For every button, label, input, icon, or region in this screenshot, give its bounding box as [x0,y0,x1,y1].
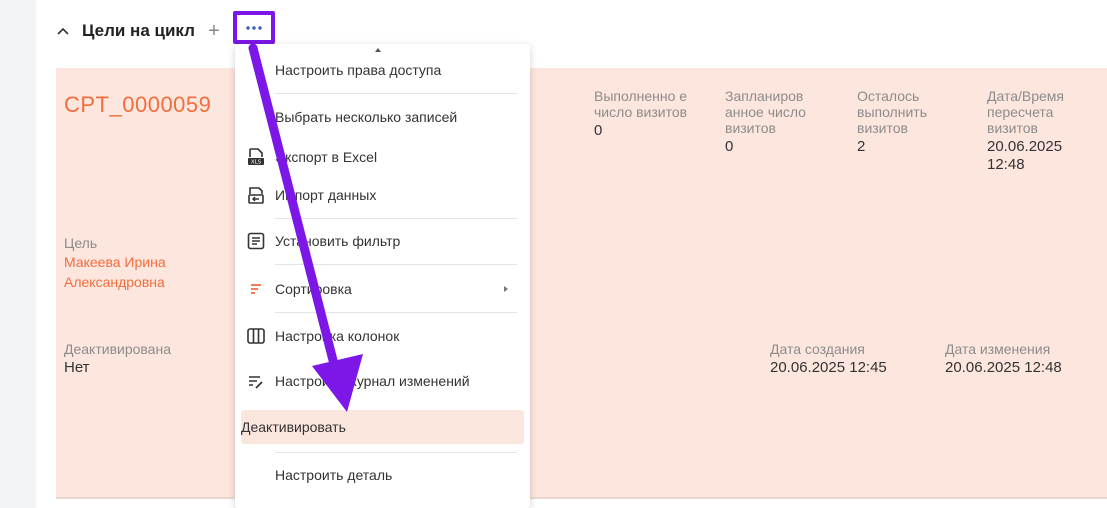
menu-item-label: Настроить права доступа [275,62,442,78]
section-title: Цели на цикл [82,21,195,40]
deactivated-label: Деактивирована [64,341,171,357]
menu-item-column-settings[interactable]: Настройка колонок [241,319,524,353]
more-actions-button[interactable] [233,11,275,44]
sort-icon [245,278,267,300]
svg-text:XLS: XLS [251,160,262,166]
section-header: Цели на цикл + [56,16,223,46]
goal-field: Цель Макеева Ирина Александровна [64,234,214,292]
stat-value: 2 [857,138,866,155]
changelog-icon [245,370,267,392]
stat-remaining-visits: Осталось выполнить визитов 2 [857,88,967,156]
stat-value: 0 [725,138,734,155]
created-label: Дата создания [770,341,865,357]
menu-item-deactivate[interactable]: Деактивировать [241,410,524,444]
menu-item-import-data[interactable]: Импорт данных [241,178,524,212]
menu-item-changelog-settings[interactable]: Настроить журнал изменений [241,364,524,398]
actions-dropdown-menu: Настроить права доступа Выбрать нескольк… [235,44,530,508]
menu-item-label: Настроить журнал изменений [275,373,470,389]
goal-link[interactable]: Макеева Ирина Александровна [64,252,214,292]
menu-item-label: Экспорт в Excel [275,149,378,165]
menu-separator [275,93,517,94]
stat-label: Запланиров анное число визитов [725,88,806,136]
add-button[interactable]: + [205,21,223,41]
chevron-up-icon[interactable] [56,24,70,38]
menu-item-set-filter[interactable]: Установить фильтр [241,224,524,258]
scroll-up-icon[interactable] [375,48,381,52]
filter-icon [245,230,267,252]
menu-separator [275,452,517,453]
modified-field: Дата изменения 20.06.2025 12:48 [945,340,1105,377]
stat-label: Выполненно е число визитов [594,88,688,120]
stat-completed-visits: Выполненно е число визитов 0 [594,88,704,140]
record-card[interactable]: CPT_0000059 Выполненно е число визитов 0… [56,68,1107,498]
menu-item-configure-detail[interactable]: Настроить деталь [241,458,524,492]
stat-label: Осталось выполнить визитов [857,88,927,136]
menu-separator [275,264,517,265]
deactivated-value: Нет [64,359,90,376]
columns-icon [245,325,267,347]
deactivated-field: Деактивирована Нет [64,340,224,377]
goal-label: Цель [64,235,98,251]
created-value: 20.06.2025 12:45 [770,359,887,376]
menu-item-export-excel[interactable]: XLS Экспорт в Excel [241,140,524,174]
stat-planned-visits: Запланиров анное число визитов 0 [725,88,835,156]
menu-item-label: Выбрать несколько записей [275,109,458,125]
menu-item-label: Настроить деталь [275,467,393,483]
menu-item-label: Установить фильтр [275,233,401,249]
menu-separator [275,218,517,219]
menu-item-label: Настройка колонок [275,328,400,344]
menu-item-label: Импорт данных [275,187,377,203]
stat-label: Дата/Время пересчета визитов [987,88,1065,136]
import-icon [245,184,267,206]
left-sidebar-strip [0,0,36,508]
record-code[interactable]: CPT_0000059 [64,92,211,118]
menu-item-label: Деактивировать [241,419,346,435]
menu-item-label: Сортировка [275,281,352,297]
xls-export-icon: XLS [245,146,267,168]
modified-label: Дата изменения [945,341,1051,357]
menu-item-select-multiple[interactable]: Выбрать несколько записей [241,100,524,134]
stat-value: 20.06.2025 12:48 [987,138,1063,173]
chevron-right-icon [504,286,508,292]
ellipsis-icon [246,25,262,30]
menu-item-access-rights[interactable]: Настроить права доступа [241,53,524,87]
stat-recalc-datetime: Дата/Время пересчета визитов 20.06.2025 … [987,88,1087,174]
menu-item-sorting[interactable]: Сортировка [241,272,524,306]
created-field: Дата создания 20.06.2025 12:45 [770,340,930,377]
menu-separator [275,312,517,313]
card-divider [56,497,1107,499]
stat-value: 0 [594,122,603,139]
modified-value: 20.06.2025 12:48 [945,359,1062,376]
